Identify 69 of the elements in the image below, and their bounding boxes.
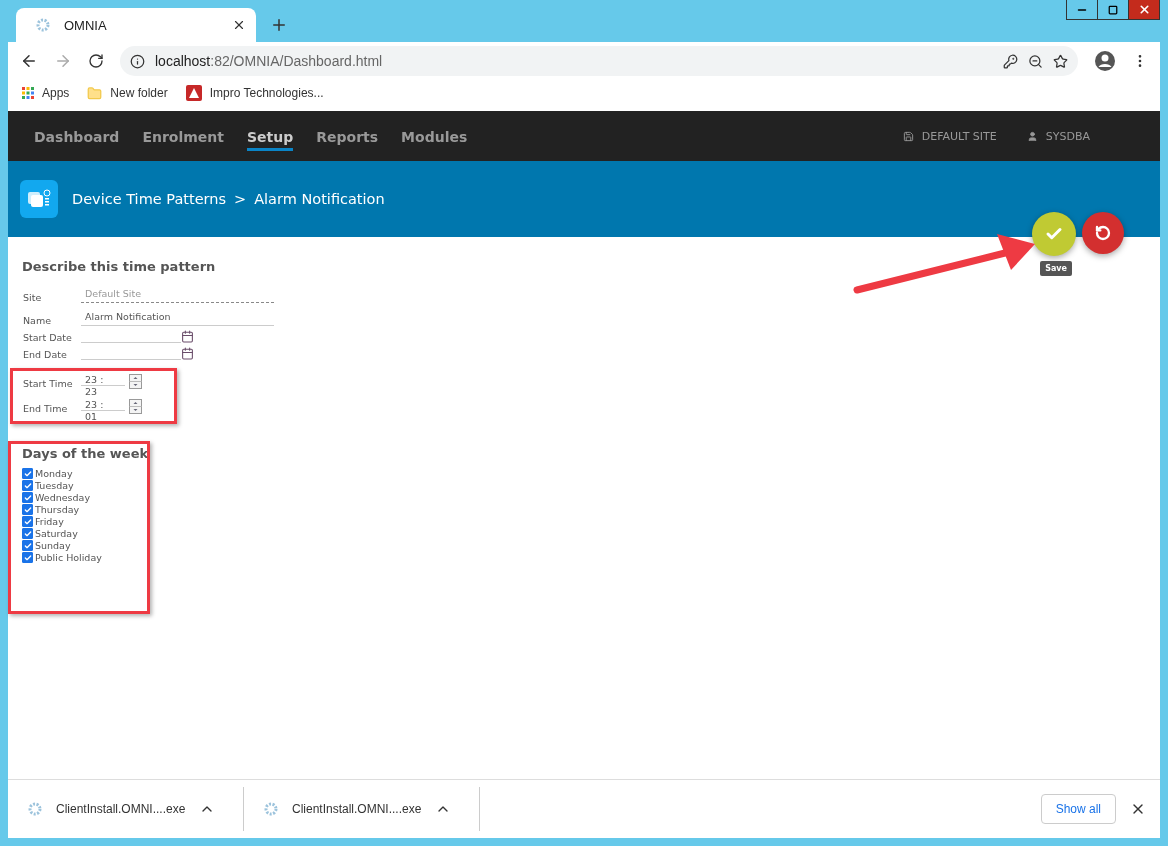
gear-logo-icon <box>264 802 278 816</box>
field-label: Name <box>22 315 53 326</box>
download-item[interactable]: ClientInstall.OMNI....exe <box>244 787 480 831</box>
field-label: End Date <box>22 349 68 360</box>
undo-button[interactable] <box>1082 212 1124 254</box>
nav-tab[interactable]: Setup <box>247 121 294 151</box>
info-icon <box>130 53 145 69</box>
tab-title: OMNIA <box>64 17 108 33</box>
save-icon <box>902 130 914 142</box>
back-icon[interactable] <box>20 52 38 70</box>
day-checkbox[interactable]: Tuesday <box>22 480 1146 491</box>
day-checkbox[interactable]: Wednesday <box>22 492 1146 503</box>
apps-grid-icon <box>22 87 34 99</box>
calendar-icon[interactable] <box>181 330 194 343</box>
close-icon[interactable] <box>232 18 246 32</box>
gear-logo-icon <box>36 18 50 32</box>
calendar-icon[interactable] <box>181 347 194 360</box>
breadcrumb-separator: > <box>234 191 247 207</box>
gear-logo-icon <box>28 802 42 816</box>
reload-icon[interactable] <box>88 53 104 69</box>
address-bar[interactable]: localhost:82/OMNIA/Dashboard.html <box>120 46 1078 76</box>
nav-tab[interactable]: Reports <box>316 121 379 151</box>
field-label: Start Date <box>22 332 73 343</box>
show-all-button[interactable]: Show all <box>1040 794 1116 824</box>
spinner-icon[interactable] <box>129 374 142 389</box>
site-name[interactable]: DEFAULT SITE <box>921 129 997 143</box>
browser-tab[interactable]: OMNIA <box>16 8 256 42</box>
site-field: Default Site <box>81 284 274 303</box>
folder-icon <box>87 85 103 101</box>
url-host: localhost <box>155 53 211 69</box>
bookmark-item[interactable]: Impro Technologies... <box>185 85 324 101</box>
device-pattern-icon <box>20 180 58 218</box>
section-heading: Days of the week <box>22 446 149 461</box>
user-icon <box>1026 130 1038 142</box>
bookmark-item[interactable]: Apps <box>22 86 70 100</box>
nav-tab[interactable]: Dashboard <box>34 121 120 151</box>
spinner-icon[interactable] <box>129 399 142 414</box>
nav-tab[interactable]: Modules <box>401 121 468 151</box>
day-checkbox[interactable]: Saturday <box>22 528 1146 539</box>
bookmark-item[interactable]: New folder <box>87 85 168 101</box>
time-field[interactable]: 23 : 01 <box>81 399 125 422</box>
breadcrumb-link[interactable]: Device Time Patterns <box>72 191 226 207</box>
undo-icon <box>1095 225 1111 241</box>
star-icon[interactable] <box>1053 53 1068 69</box>
zoom-out-icon[interactable] <box>1028 53 1043 69</box>
field-label: End Time <box>22 402 69 414</box>
download-item[interactable]: ClientInstall.OMNI....exe <box>8 787 244 831</box>
new-tab-icon[interactable] <box>270 16 288 34</box>
url-path: :82/OMNIA/Dashboard.html <box>210 53 383 69</box>
day-checkbox[interactable]: Thursday <box>22 504 1146 515</box>
day-checkbox[interactable]: Public Holiday <box>22 552 1146 563</box>
name-field[interactable]: Alarm Notification <box>81 307 274 326</box>
maximize-icon <box>1108 4 1118 15</box>
key-icon[interactable] <box>1003 53 1018 69</box>
day-checkbox[interactable]: Monday <box>22 468 1146 479</box>
field-label: Start Time <box>22 377 74 389</box>
field-label: Site <box>22 292 43 303</box>
nav-tab[interactable]: Enrolment <box>142 121 224 151</box>
user-name[interactable]: SYSDBA <box>1045 129 1090 143</box>
profile-icon[interactable] <box>1094 50 1116 72</box>
time-field[interactable]: 23 : 23 <box>81 374 125 397</box>
day-checkbox[interactable]: Sunday <box>22 540 1146 551</box>
day-checkbox[interactable]: Friday <box>22 516 1146 527</box>
triangle-logo-icon <box>185 85 202 101</box>
save-tooltip: Save <box>1040 261 1072 276</box>
close-icon <box>1137 3 1151 16</box>
close-window-button[interactable] <box>1128 0 1159 19</box>
section-heading: Describe this time pattern <box>22 259 216 274</box>
page-title: Alarm Notification <box>254 191 385 207</box>
